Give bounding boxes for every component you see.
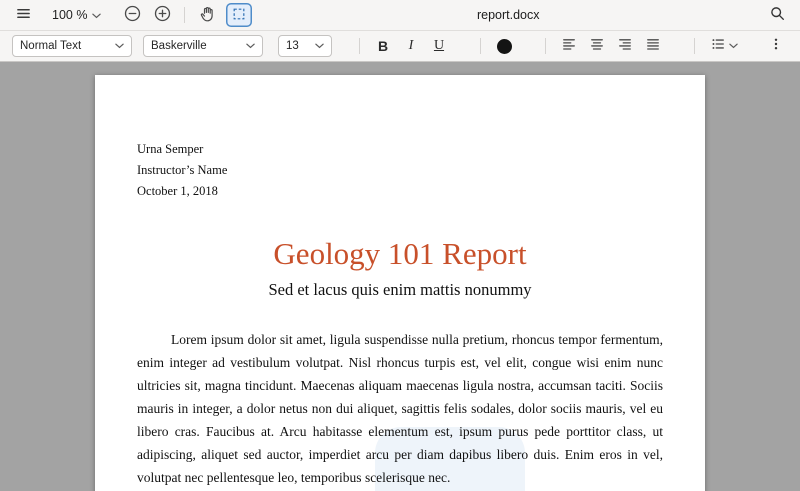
zoom-out-icon [124,5,141,25]
bold-button[interactable]: B [369,34,397,58]
document-page[interactable]: Urna Semper Instructor’s Name October 1,… [95,75,705,491]
menu-icon [16,6,31,24]
align-center-button[interactable] [583,34,611,58]
toolbar-separator [545,38,546,54]
zoom-out-button[interactable] [119,3,145,27]
chevron-down-icon [115,40,124,52]
align-left-button[interactable] [555,34,583,58]
date-line[interactable]: October 1, 2018 [137,181,663,202]
align-left-icon [562,37,576,56]
bold-label: B [378,38,388,54]
align-center-icon [590,37,604,56]
toolbar-separator [184,7,185,23]
font-size-select[interactable]: 13 [278,35,332,57]
document-subheading[interactable]: Sed et lacus quis enim mattis nonummy [137,279,663,301]
body-paragraph[interactable]: Lorem ipsum dolor sit amet, ligula suspe… [137,328,663,489]
app-window: 100 % report.docx [0,0,800,491]
font-family-select[interactable]: Baskerville [143,35,263,57]
document-body[interactable]: Lorem ipsum dolor sit amet, ligula suspe… [137,328,663,491]
search-button[interactable] [764,3,790,27]
instructor-line[interactable]: Instructor’s Name [137,160,663,181]
document-canvas[interactable]: Urna Semper Instructor’s Name October 1,… [0,62,800,491]
font-family-value: Baskerville [151,40,207,52]
zoom-in-icon [154,5,171,25]
document-heading[interactable]: Geology 101 Report [137,235,663,272]
paragraph-style-select[interactable]: Normal Text [12,35,132,57]
list-icon [711,37,725,56]
list-style-button[interactable] [704,34,744,58]
page-content: Urna Semper Instructor’s Name October 1,… [95,75,705,491]
hand-tool-button[interactable] [194,3,220,27]
zoom-level-button[interactable]: 100 % [46,8,107,22]
select-tool-icon [232,7,246,24]
format-toolbar: Normal Text Baskerville 13 B I U [0,31,800,62]
align-right-button[interactable] [611,34,639,58]
more-options-icon [769,37,783,56]
underline-button[interactable]: U [425,34,453,58]
more-options-button[interactable] [762,34,790,58]
toolbar-separator [694,38,695,54]
underline-label: U [434,38,444,54]
title-area: report.docx [252,8,764,22]
text-color-icon [497,39,512,54]
font-size-value: 13 [286,40,299,52]
chevron-down-icon [246,40,255,52]
document-title: report.docx [477,8,540,22]
chevron-down-icon [729,38,738,54]
align-justify-icon [646,37,660,56]
zoom-in-button[interactable] [149,3,175,27]
zoom-level-label: 100 % [52,8,87,22]
chevron-down-icon [315,40,324,52]
toolbar-separator [480,38,481,54]
select-tool-button[interactable] [226,3,252,27]
align-justify-button[interactable] [639,34,667,58]
menu-button[interactable] [10,3,36,27]
paragraph-style-value: Normal Text [20,40,81,52]
main-toolbar: 100 % report.docx [0,0,800,31]
text-color-button[interactable] [490,34,518,58]
search-icon [770,6,785,24]
italic-label: I [409,38,414,54]
align-right-icon [618,37,632,56]
italic-button[interactable]: I [397,34,425,58]
chevron-down-icon [92,8,101,22]
toolbar-separator [359,38,360,54]
hand-tool-icon [199,6,215,25]
author-line[interactable]: Urna Semper [137,139,663,160]
